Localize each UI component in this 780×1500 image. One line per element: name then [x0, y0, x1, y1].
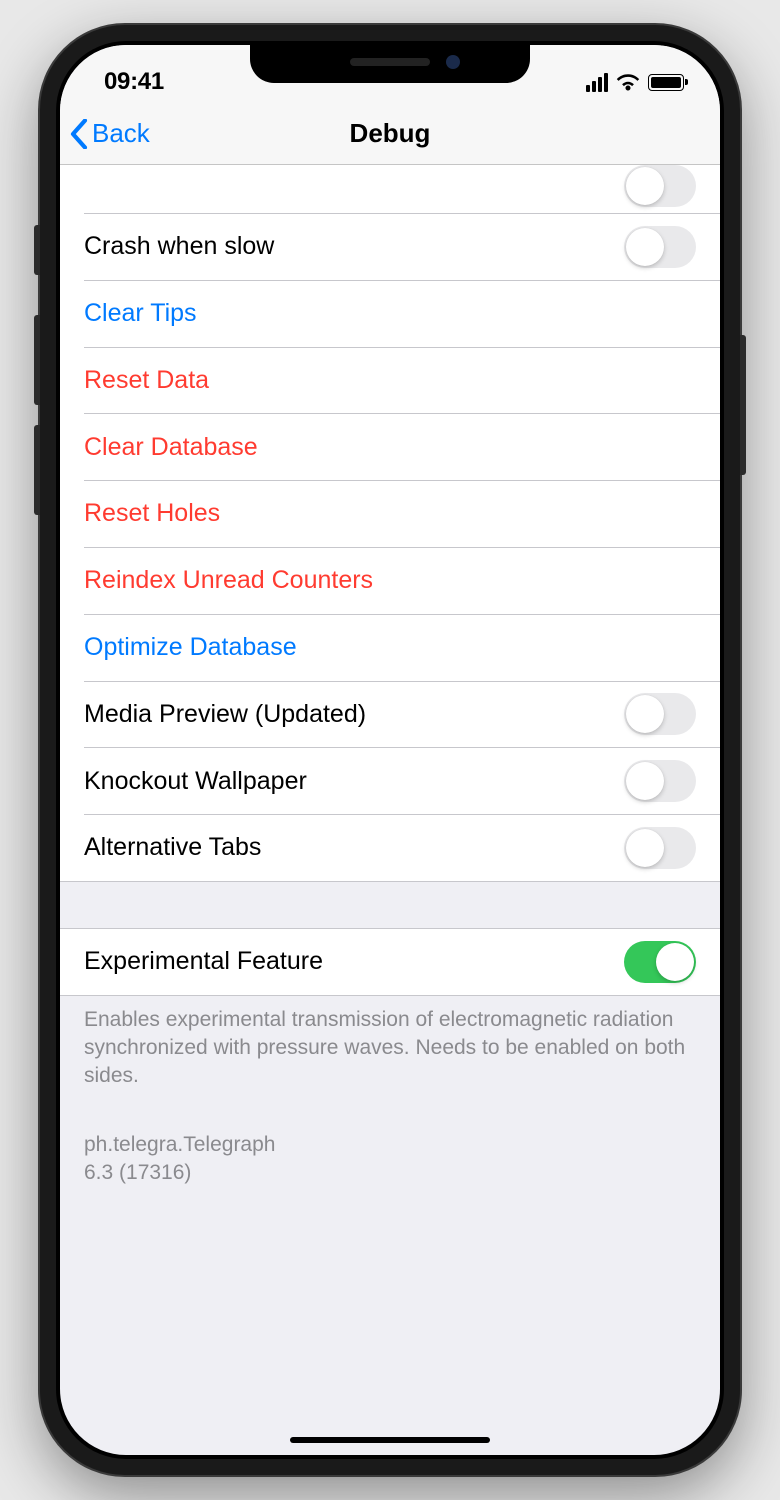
- row-label: Alternative Tabs: [84, 833, 261, 862]
- row-reset-data[interactable]: Reset Data: [60, 347, 720, 413]
- back-button[interactable]: Back: [70, 118, 150, 149]
- row-knockout-wallpaper[interactable]: Knockout Wallpaper: [60, 748, 720, 814]
- power-button: [740, 335, 746, 475]
- row-clear-database[interactable]: Clear Database: [60, 414, 720, 480]
- section-footer-description: Enables experimental transmission of ele…: [60, 996, 720, 1091]
- toggle-experimental-feature[interactable]: [624, 941, 696, 983]
- row-label: Media Preview (Updated): [84, 700, 366, 729]
- settings-list: Crash when slow Clear Tips Reset Data Cl…: [60, 165, 720, 1187]
- row-label: Knockout Wallpaper: [84, 767, 307, 796]
- app-version-footer: ph.telegra.Telegraph 6.3 (17316): [60, 1091, 720, 1188]
- toggle-partial[interactable]: [624, 165, 696, 207]
- row-crash-when-slow[interactable]: Crash when slow: [60, 214, 720, 280]
- row-label: Reset Holes: [84, 499, 220, 528]
- row-clear-tips[interactable]: Clear Tips: [60, 281, 720, 347]
- row-label: Clear Database: [84, 433, 258, 462]
- page-title: Debug: [60, 118, 720, 149]
- back-label: Back: [92, 118, 150, 149]
- section-gap: [60, 881, 720, 929]
- device-frame: 09:41 Back Debu: [40, 25, 740, 1475]
- row-media-preview[interactable]: Media Preview (Updated): [60, 681, 720, 747]
- row-label: Experimental Feature: [84, 947, 323, 976]
- app-version: 6.3 (17316): [84, 1159, 696, 1187]
- cellular-signal-icon: [586, 73, 608, 92]
- toggle-crash-when-slow[interactable]: [624, 226, 696, 268]
- toggle-knockout-wallpaper[interactable]: [624, 760, 696, 802]
- row-experimental-feature[interactable]: Experimental Feature: [60, 929, 720, 995]
- bundle-id: ph.telegra.Telegraph: [84, 1131, 696, 1159]
- partial-row-above: [60, 165, 720, 213]
- battery-icon: [648, 74, 684, 91]
- volume-down-button: [34, 425, 40, 515]
- row-label: Crash when slow: [84, 232, 274, 261]
- mute-switch: [34, 225, 40, 275]
- row-label: Clear Tips: [84, 299, 197, 328]
- navigation-bar: Back Debug: [60, 103, 720, 165]
- row-label: Reset Data: [84, 366, 209, 395]
- status-time: 09:41: [104, 68, 164, 96]
- volume-up-button: [34, 315, 40, 405]
- row-reset-holes[interactable]: Reset Holes: [60, 481, 720, 547]
- home-indicator[interactable]: [290, 1437, 490, 1443]
- wifi-icon: [616, 73, 640, 91]
- row-optimize-database[interactable]: Optimize Database: [60, 615, 720, 681]
- chevron-left-icon: [70, 119, 88, 149]
- toggle-alternative-tabs[interactable]: [624, 827, 696, 869]
- row-reindex-unread-counters[interactable]: Reindex Unread Counters: [60, 548, 720, 614]
- row-label: Optimize Database: [84, 633, 297, 662]
- row-alternative-tabs[interactable]: Alternative Tabs: [60, 815, 720, 881]
- row-label: Reindex Unread Counters: [84, 566, 373, 595]
- toggle-media-preview[interactable]: [624, 693, 696, 735]
- device-notch: [250, 41, 530, 83]
